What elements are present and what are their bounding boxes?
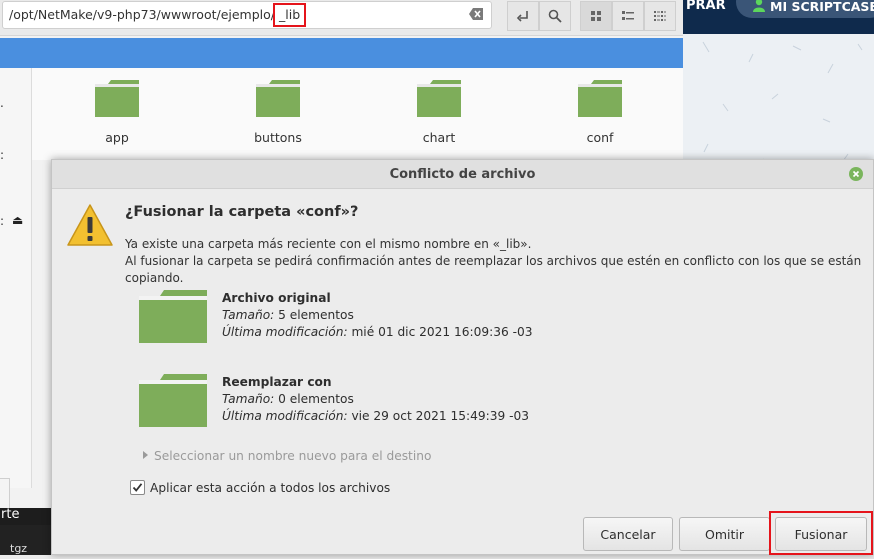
original-title: Archivo original <box>222 291 331 305</box>
folder-item-buttons[interactable]: buttons <box>218 78 338 145</box>
size-label: Tamaño: <box>222 308 275 322</box>
folder-icon <box>139 290 207 343</box>
modified-value: mié 01 dic 2021 16:09:36 -03 <box>351 325 533 339</box>
places-sidebar: . : : ⏏ <box>0 68 32 488</box>
dialog-message: Ya existe una carpeta más reciente con e… <box>125 236 873 287</box>
modified-label: Última modificación: <box>222 325 348 339</box>
compact-view-button[interactable] <box>644 1 676 31</box>
replace-title: Reemplazar con <box>222 375 332 389</box>
list-icon <box>622 11 634 20</box>
list-view-button[interactable] <box>612 1 644 31</box>
file-conflict-dialog: Conflicto de archivo ¿Fusionar la carpet… <box>51 159 874 555</box>
menu-item-partial[interactable]: PRAR <box>686 0 726 12</box>
folder-icon <box>139 374 207 427</box>
rename-expander[interactable]: Seleccionar un nombre nuevo para el dest… <box>143 449 431 463</box>
compact-list-icon <box>654 11 666 21</box>
merge-button[interactable]: Fusionar <box>775 517 867 551</box>
original-file-row: Archivo original Tamaño: 5 elementos Últ… <box>138 288 738 358</box>
folder-grid: app buttons chart conf <box>32 68 683 160</box>
icon-view-button[interactable] <box>580 1 612 31</box>
folder-icon <box>417 80 461 117</box>
search-button[interactable] <box>539 1 571 31</box>
dialog-title: Conflicto de archivo <box>389 167 536 182</box>
checkmark-icon <box>132 483 143 492</box>
dialog-heading: ¿Fusionar la carpeta «conf»? <box>125 204 359 220</box>
modified-label: Última modificación: <box>222 409 348 423</box>
folder-label: buttons <box>254 130 302 145</box>
folder-item-app[interactable]: app <box>57 78 177 145</box>
modified-value: vie 29 oct 2021 15:49:39 -03 <box>351 409 530 423</box>
cancel-button[interactable]: Cancelar <box>583 517 673 551</box>
clear-icon[interactable] <box>469 8 483 20</box>
path-current-segment: _lib <box>273 3 307 27</box>
sidebar-mark: . <box>0 96 4 110</box>
go-to-path-button[interactable] <box>507 1 539 31</box>
search-icon <box>548 9 562 23</box>
account-button-label: MI SCRIPTCASE <box>770 0 874 14</box>
size-value: 0 elementos <box>278 392 354 406</box>
skip-button[interactable]: Omitir <box>679 517 770 551</box>
size-label: Tamaño: <box>222 392 275 406</box>
warning-icon <box>67 204 113 246</box>
sidebar-mark: : <box>0 214 5 228</box>
size-value: 5 elementos <box>278 308 354 322</box>
eject-icon[interactable]: ⏏ <box>12 213 23 227</box>
folder-icon <box>256 80 300 117</box>
expander-arrow-icon <box>143 451 148 459</box>
dialog-titlebar: Conflicto de archivo <box>52 160 873 189</box>
account-button[interactable]: MI SCRIPTCASE <box>736 0 874 18</box>
apply-all-label: Aplicar esta acción a todos los archivos <box>150 480 391 495</box>
apply-all-row[interactable]: Aplicar esta acción a todos los archivos <box>130 480 390 495</box>
path-prefix: /opt/NetMake/v9-php73/wwwroot/ejemplo/ <box>9 7 275 22</box>
path-toolbar: /opt/NetMake/v9-php73/wwwroot/ejemplo/_l… <box>0 0 683 36</box>
partial-label: rte <box>0 508 52 525</box>
message-line: Al fusionar la carpeta se pedirá confirm… <box>125 254 862 285</box>
folder-item-conf[interactable]: conf <box>540 78 660 145</box>
file-name-fragment: tgz <box>10 542 28 555</box>
site-header: PRAR MI SCRIPTCASE <box>683 0 874 34</box>
folder-label: chart <box>422 130 456 145</box>
apply-all-checkbox[interactable] <box>130 480 145 495</box>
selection-strip <box>0 38 683 68</box>
message-line: Ya existe una carpeta más reciente con e… <box>125 237 532 251</box>
folder-label: conf <box>586 130 614 145</box>
person-icon <box>753 0 765 12</box>
location-entry[interactable]: /opt/NetMake/v9-php73/wwwroot/ejemplo/_l… <box>2 1 492 29</box>
folder-icon <box>578 80 622 117</box>
enter-icon <box>516 11 528 22</box>
folder-label: app <box>105 130 129 145</box>
folder-item-chart[interactable]: chart <box>379 78 499 145</box>
sidebar-mark: : <box>0 148 5 162</box>
close-icon[interactable] <box>849 167 863 181</box>
replacement-file-row: Reemplazar con Tamaño: 0 elementos Últim… <box>138 372 738 442</box>
rename-expander-label: Seleccionar un nombre nuevo para el dest… <box>154 449 432 463</box>
folder-icon <box>95 80 139 117</box>
grid-icon <box>591 11 601 21</box>
